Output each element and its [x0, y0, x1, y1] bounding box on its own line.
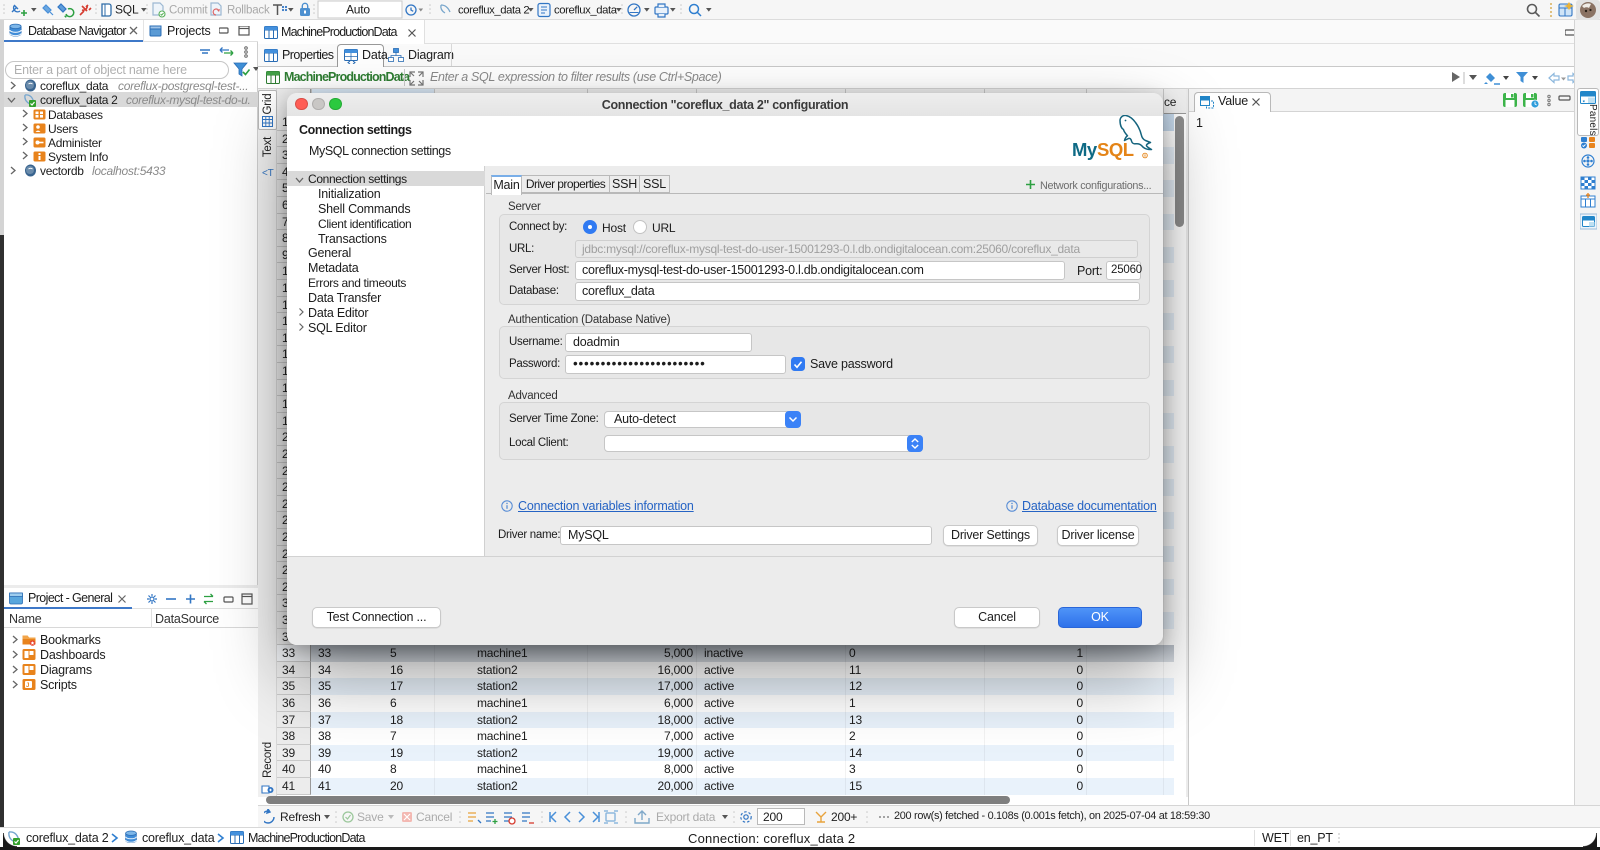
- svg-text:SQL: SQL: [115, 3, 139, 17]
- svg-text:J: J: [26, 683, 29, 689]
- svg-text:Export data: Export data: [656, 810, 716, 824]
- svg-text:coreflux_data 2: coreflux_data 2: [458, 5, 529, 17]
- svg-text:SQL: SQL: [1097, 139, 1134, 160]
- svg-text:<T: <T: [262, 168, 274, 178]
- svg-text:Save: Save: [357, 810, 384, 824]
- svg-text:Auto: Auto: [346, 3, 370, 17]
- svg-text:My: My: [1072, 139, 1098, 160]
- svg-text:coreflux_data: coreflux_data: [554, 5, 618, 17]
- svg-text:Refresh: Refresh: [280, 810, 321, 824]
- svg-text:Commit: Commit: [169, 5, 208, 17]
- svg-text:Cancel: Cancel: [416, 810, 452, 824]
- svg-text:Rollback: Rollback: [227, 5, 270, 17]
- svg-text:200+: 200+: [831, 810, 857, 824]
